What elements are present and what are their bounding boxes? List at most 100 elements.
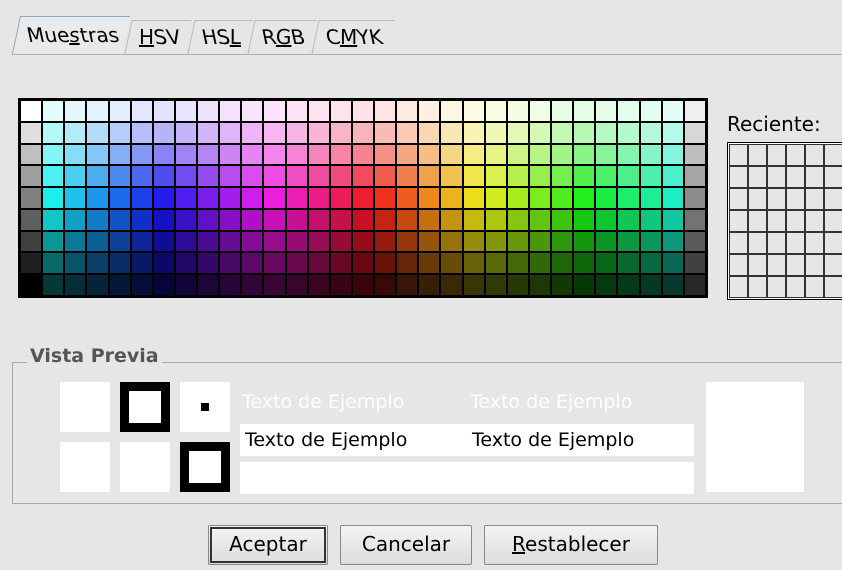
- swatch-cell[interactable]: [174, 274, 198, 296]
- swatch-cell[interactable]: [639, 143, 662, 166]
- swatch-cell[interactable]: [396, 230, 419, 253]
- swatch-cell[interactable]: [484, 208, 507, 231]
- swatch-cell[interactable]: [285, 274, 308, 296]
- swatch-cell[interactable]: [108, 187, 131, 209]
- swatch-cell[interactable]: [241, 230, 264, 253]
- swatch-cell[interactable]: [528, 252, 552, 275]
- swatch-cell[interactable]: [263, 121, 286, 144]
- swatch-cell[interactable]: [329, 100, 352, 122]
- swatch-cell[interactable]: [307, 252, 330, 275]
- swatch-cell[interactable]: [595, 274, 618, 296]
- swatch-cell[interactable]: [418, 165, 441, 188]
- swatch-cell[interactable]: [462, 252, 485, 275]
- swatch-cell[interactable]: [263, 187, 286, 209]
- swatch-cell[interactable]: [551, 208, 574, 231]
- swatch-cell[interactable]: [661, 121, 684, 144]
- swatch-cell[interactable]: [152, 274, 175, 296]
- swatch-cell[interactable]: [440, 121, 463, 144]
- swatch-cell[interactable]: [551, 230, 574, 253]
- swatch-cell[interactable]: [639, 100, 662, 122]
- swatch-cell[interactable]: [174, 121, 198, 144]
- swatch-cell[interactable]: [130, 230, 153, 253]
- swatch-cell[interactable]: [639, 121, 662, 144]
- swatch-cell[interactable]: [573, 187, 596, 209]
- swatch-cell[interactable]: [462, 100, 485, 122]
- swatch-cell[interactable]: [197, 100, 220, 122]
- cancel-button[interactable]: Cancelar: [340, 525, 472, 565]
- swatch-cell[interactable]: [152, 143, 175, 166]
- swatch-cell[interactable]: [351, 187, 375, 209]
- swatch-cell[interactable]: [440, 274, 463, 296]
- swatch-cell[interactable]: [86, 165, 109, 188]
- swatch-cell[interactable]: [20, 230, 43, 253]
- swatch-cell[interactable]: [152, 100, 175, 122]
- swatch-cell[interactable]: [418, 100, 441, 122]
- swatch-cell[interactable]: [174, 165, 198, 188]
- swatch-cell[interactable]: [440, 208, 463, 231]
- swatch-cell[interactable]: [683, 100, 706, 122]
- swatch-cell[interactable]: [241, 165, 264, 188]
- swatch-cell[interactable]: [329, 187, 352, 209]
- swatch-cell[interactable]: [130, 252, 153, 275]
- swatch-cell[interactable]: [197, 187, 220, 209]
- swatch-cell[interactable]: [130, 143, 153, 166]
- swatch-cell[interactable]: [484, 100, 507, 122]
- swatch-cell[interactable]: [528, 230, 552, 253]
- swatch-cell[interactable]: [130, 187, 153, 209]
- tab-muestras[interactable]: Muestras: [11, 16, 131, 54]
- swatch-cell[interactable]: [595, 165, 618, 188]
- swatch-cell[interactable]: [418, 143, 441, 166]
- recent-swatch-cell[interactable]: [824, 254, 842, 276]
- swatch-cell[interactable]: [42, 165, 65, 188]
- swatch-cell[interactable]: [551, 100, 574, 122]
- swatch-cell[interactable]: [374, 187, 397, 209]
- tab-rgb[interactable]: RGB: [247, 20, 317, 54]
- swatch-cell[interactable]: [108, 100, 131, 122]
- swatch-cell[interactable]: [285, 187, 308, 209]
- swatch-cell[interactable]: [551, 187, 574, 209]
- swatch-cell[interactable]: [396, 208, 419, 231]
- recent-swatch-cell[interactable]: [786, 254, 805, 276]
- swatch-cell[interactable]: [152, 121, 175, 144]
- recent-swatch-cell[interactable]: [824, 188, 842, 210]
- recent-swatches[interactable]: [727, 142, 842, 300]
- swatch-cell[interactable]: [661, 143, 684, 166]
- swatch-cell[interactable]: [285, 252, 308, 275]
- swatch-cell[interactable]: [152, 208, 175, 231]
- swatch-cell[interactable]: [130, 208, 153, 231]
- swatch-cell[interactable]: [440, 252, 463, 275]
- swatch-cell[interactable]: [329, 252, 352, 275]
- swatch-cell[interactable]: [396, 100, 419, 122]
- swatch-cell[interactable]: [219, 230, 242, 253]
- swatch-cell[interactable]: [661, 230, 684, 253]
- swatch-cell[interactable]: [396, 143, 419, 166]
- swatch-cell[interactable]: [617, 230, 640, 253]
- swatch-cell[interactable]: [351, 143, 375, 166]
- recent-swatch-cell[interactable]: [824, 166, 842, 188]
- swatch-cell[interactable]: [506, 100, 529, 122]
- swatch-cell[interactable]: [219, 121, 242, 144]
- swatch-cell[interactable]: [86, 187, 109, 209]
- swatch-cell[interactable]: [573, 230, 596, 253]
- swatch-cell[interactable]: [374, 143, 397, 166]
- swatch-cell[interactable]: [595, 121, 618, 144]
- swatch-cell[interactable]: [595, 252, 618, 275]
- recent-swatch-cell[interactable]: [805, 276, 824, 298]
- swatch-cell[interactable]: [64, 165, 87, 188]
- swatch-cell[interactable]: [440, 230, 463, 253]
- swatch-cell[interactable]: [551, 165, 574, 188]
- tab-hsv[interactable]: HSV: [124, 20, 193, 54]
- swatch-cell[interactable]: [108, 165, 131, 188]
- swatch-cell[interactable]: [263, 100, 286, 122]
- swatch-cell[interactable]: [418, 274, 441, 296]
- swatch-cell[interactable]: [219, 143, 242, 166]
- swatch-cell[interactable]: [307, 230, 330, 253]
- swatch-cell[interactable]: [20, 208, 43, 231]
- accept-button[interactable]: Aceptar: [208, 525, 328, 565]
- swatch-cell[interactable]: [639, 252, 662, 275]
- recent-swatch-cell[interactable]: [767, 232, 786, 254]
- swatch-cell[interactable]: [42, 121, 65, 144]
- swatch-cell[interactable]: [661, 208, 684, 231]
- recent-swatch-cell[interactable]: [786, 276, 805, 298]
- swatch-cell[interactable]: [683, 208, 706, 231]
